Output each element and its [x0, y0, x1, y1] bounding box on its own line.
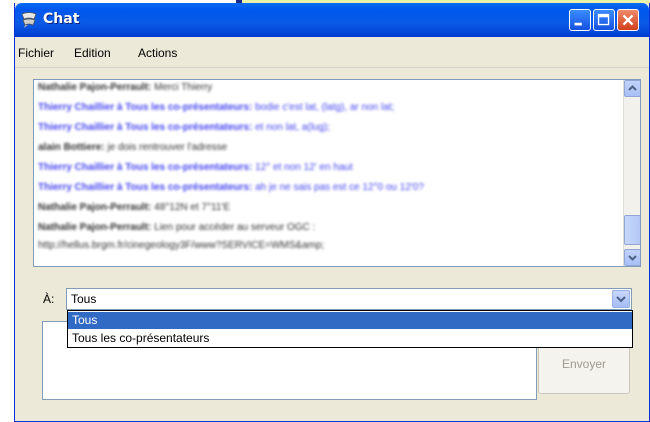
menu-edition[interactable]: Edition — [74, 46, 111, 60]
chat-message: Nathalie Pajon-Perrault: Lien pour accéd… — [38, 222, 316, 233]
transcript-scrollbar[interactable] — [623, 80, 640, 266]
menu-bar: Fichier Edition Actions — [15, 41, 649, 63]
chat-message: http://hellus.brgm.fr/cinegeology3F/www?… — [38, 240, 325, 251]
chat-message: Thierry Chaillier à Tous les co-présenta… — [38, 182, 424, 193]
chat-message: Nathalie Pajon-Perrault: Merci Thierry — [38, 82, 213, 93]
maximize-icon — [597, 13, 610, 26]
chat-transcript[interactable]: Nathalie Pajon-Perrault: Merci Thierry T… — [33, 79, 641, 267]
window-title: Chat — [43, 11, 80, 27]
recipient-dropdown-button[interactable] — [612, 290, 630, 308]
scroll-down-button[interactable] — [624, 249, 640, 266]
chat-app-icon[interactable] — [20, 11, 38, 29]
chevron-up-icon — [628, 85, 637, 91]
recipient-select[interactable]: Tous — [66, 288, 632, 310]
title-bar[interactable]: Chat — [15, 3, 649, 37]
chevron-down-icon — [616, 296, 626, 303]
recipient-option-tous[interactable]: Tous — [68, 312, 632, 329]
menu-actions[interactable]: Actions — [138, 46, 177, 60]
chat-message: Thierry Chaillier à Tous les co-présenta… — [38, 122, 331, 133]
recipient-option-co-presentateurs[interactable]: Tous les co-présentateurs — [68, 330, 632, 347]
recipient-dropdown-list: Tous Tous les co-présentateurs — [67, 310, 633, 348]
minimize-icon — [574, 22, 582, 26]
menu-fichier[interactable]: Fichier — [18, 46, 54, 60]
maximize-button[interactable] — [593, 9, 615, 31]
recipient-label: À: — [43, 292, 55, 306]
chat-window: Chat Fichier Edition Actions Nathalie Pa… — [14, 3, 650, 422]
minimize-button[interactable] — [569, 9, 591, 31]
desktop: Chat Fichier Edition Actions Nathalie Pa… — [0, 0, 650, 422]
close-icon — [622, 14, 634, 26]
chat-message: Nathalie Pajon-Perrault: 48°12N et 7°11'… — [38, 202, 231, 213]
scroll-up-button[interactable] — [624, 80, 640, 97]
close-button[interactable] — [617, 9, 639, 31]
menu-divider — [15, 67, 649, 68]
chat-message: alain Bottiere: je dois rentrouver l'adr… — [38, 142, 228, 153]
recipient-selected-value: Tous — [71, 292, 97, 306]
scroll-thumb[interactable] — [624, 215, 640, 245]
chat-message: Thierry Chaillier à Tous les co-présenta… — [38, 162, 353, 173]
chat-message: Thierry Chaillier à Tous les co-présenta… — [38, 102, 395, 113]
send-button-label: Envoyer — [561, 357, 607, 371]
chevron-down-icon — [628, 255, 637, 261]
